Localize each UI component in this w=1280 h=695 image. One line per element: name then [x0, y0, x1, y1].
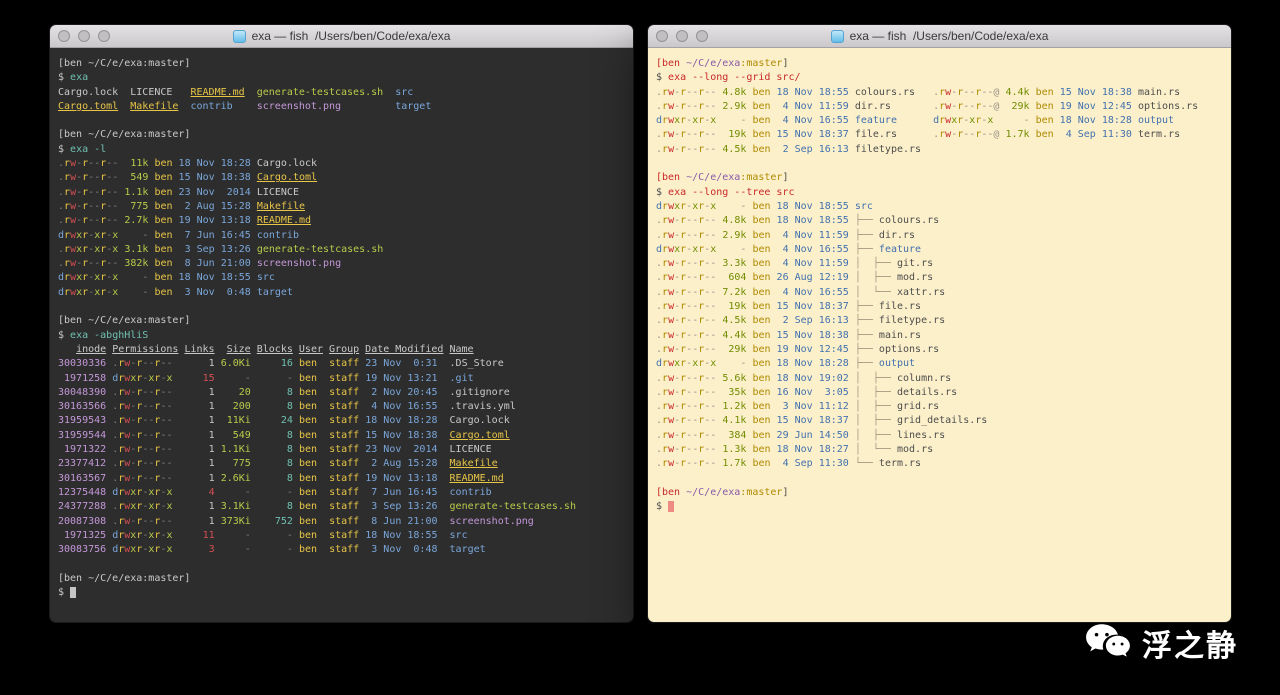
- terminal-line: $ exa: [58, 71, 625, 85]
- terminal-content[interactable]: [ben ~/C/e/exa:master]$ exaCargo.lock LI…: [50, 48, 633, 622]
- terminal-line: $ exa --long --tree src: [656, 186, 1223, 200]
- terminal-line: .rw-r--r-- 4.4k ben 15 Nov 18:38 ├── mai…: [656, 329, 1223, 343]
- terminal-line: .rw-r--r-- 4.5k ben 2 Sep 16:13 ├── file…: [656, 314, 1223, 328]
- terminal-line: 31959544 .rw-r--r-- 1 549 8 ben staff 15…: [58, 429, 625, 443]
- terminal-line: drwxr-xr-x - ben 18 Nov 18:55 src: [58, 271, 625, 285]
- terminal-line: 31959543 .rw-r--r-- 1 11Ki 24 ben staff …: [58, 414, 625, 428]
- terminal-line: drwxr-xr-x - ben 4 Nov 16:55 ├── feature: [656, 243, 1223, 257]
- terminal-line: 23377412 .rw-r--r-- 1 775 8 ben staff 2 …: [58, 457, 625, 471]
- terminal-line: .rw-r--r-- 19k ben 15 Nov 18:37 file.rs …: [656, 128, 1223, 142]
- terminal-line: .rw-r--r-- 604 ben 26 Aug 12:19 │ ├── mo…: [656, 271, 1223, 285]
- terminal-line: .rw-r--r-- 3.3k ben 4 Nov 11:59 │ ├── gi…: [656, 257, 1223, 271]
- traffic-lights: [58, 30, 110, 42]
- terminal-line: .rwxr-xr-x 3.1k ben 3 Sep 13:26 generate…: [58, 243, 625, 257]
- terminal-line: .rw-r--r-- 5.6k ben 18 Nov 19:02 │ ├── c…: [656, 372, 1223, 386]
- terminal-line: .rw-r--r-- 35k ben 16 Nov 3:05 │ ├── det…: [656, 386, 1223, 400]
- terminal-line: 24377288 .rwxr-xr-x 1 3.1Ki 8 ben staff …: [58, 500, 625, 514]
- terminal-line: .rw-r--r-- 4.1k ben 15 Nov 18:37 │ ├── g…: [656, 414, 1223, 428]
- terminal-line: .rw-r--r-- 384 ben 29 Jun 14:50 │ ├── li…: [656, 429, 1223, 443]
- window-title: exa — fish /Users/ben/Code/exa/exa: [252, 29, 451, 43]
- terminal-line: .rw-r--r-- 19k ben 15 Nov 18:37 ├── file…: [656, 300, 1223, 314]
- desktop: { "watermark": { "text": "浮之静" }, "windo…: [0, 0, 1280, 695]
- terminal-line: .rw-r--r-- 1.1k ben 23 Nov 2014 LICENCE: [58, 186, 625, 200]
- terminal-line: inode Permissions Links Size Blocks User…: [58, 343, 625, 357]
- terminal-line: .rw-r--r-- 29k ben 19 Nov 12:45 ├── opti…: [656, 343, 1223, 357]
- wechat-icon: [1084, 622, 1132, 664]
- terminal-line: drwxr-xr-x - ben 7 Jun 16:45 contrib: [58, 229, 625, 243]
- terminal-line: [58, 114, 625, 128]
- terminal-line: [656, 472, 1223, 486]
- terminal-line: .rw-r--r-- 1.7k ben 4 Sep 11:30 └── term…: [656, 457, 1223, 471]
- terminal-line: [656, 157, 1223, 171]
- terminal-line: $ exa --long --grid src/: [656, 71, 1223, 85]
- terminal-line: 20087308 .rw-r--r-- 1 373Ki 752 ben staf…: [58, 515, 625, 529]
- terminal-line: Cargo.lock LICENCE README.md generate-te…: [58, 86, 625, 100]
- watermark-text: 浮之静: [1142, 621, 1238, 665]
- minimize-button[interactable]: [676, 30, 688, 42]
- terminal-line: drwxr-xr-x - ben 4 Nov 16:55 feature drw…: [656, 114, 1223, 128]
- terminal-line: 12375448 drwxr-xr-x 4 - - ben staff 7 Ju…: [58, 486, 625, 500]
- terminal-line: [ben ~/C/e/exa:master]: [58, 57, 625, 71]
- terminal-cursor: [70, 587, 76, 598]
- terminal-line: [ben ~/C/e/exa:master]: [58, 572, 625, 586]
- title-area: exa — fish /Users/ben/Code/exa/exa: [233, 29, 451, 43]
- traffic-lights: [656, 30, 708, 42]
- terminal-line: 30163566 .rw-r--r-- 1 200 8 ben staff 4 …: [58, 400, 625, 414]
- terminal-cursor: [668, 501, 674, 512]
- terminal-line: .rw-r--r-- 1.3k ben 18 Nov 18:27 │ └── m…: [656, 443, 1223, 457]
- terminal-line: [58, 557, 625, 571]
- terminal-window-right[interactable]: exa — fish /Users/ben/Code/exa/exa [ben …: [648, 25, 1231, 622]
- title-area: exa — fish /Users/ben/Code/exa/exa: [831, 29, 1049, 43]
- terminal-line: $ exa -l: [58, 143, 625, 157]
- terminal-line: Cargo.toml Makefile contrib screenshot.p…: [58, 100, 625, 114]
- terminal-line: .rw-r--r-- 1.2k ben 3 Nov 11:12 │ ├── gr…: [656, 400, 1223, 414]
- terminal-line: [ben ~/C/e/exa:master]: [656, 57, 1223, 71]
- watermark: 浮之静: [1084, 621, 1238, 665]
- terminal-line: .rw-r--r-- 4.5k ben 2 Sep 16:13 filetype…: [656, 143, 1223, 157]
- terminal-line: [ben ~/C/e/exa:master]: [656, 486, 1223, 500]
- terminal-line: .rw-r--r-- 382k ben 8 Jun 21:00 screensh…: [58, 257, 625, 271]
- terminal-line: [ben ~/C/e/exa:master]: [58, 128, 625, 142]
- terminal-line: 1971322 .rw-r--r-- 1 1.1Ki 8 ben staff 2…: [58, 443, 625, 457]
- minimize-button[interactable]: [78, 30, 90, 42]
- terminal-line: .rw-r--r-- 549 ben 15 Nov 18:38 Cargo.to…: [58, 171, 625, 185]
- zoom-button[interactable]: [98, 30, 110, 42]
- terminal-line: .rw-r--r-- 2.7k ben 19 Nov 13:18 README.…: [58, 214, 625, 228]
- close-button[interactable]: [656, 30, 668, 42]
- terminal-line: 1971258 drwxr-xr-x 15 - - ben staff 19 N…: [58, 372, 625, 386]
- window-titlebar[interactable]: exa — fish /Users/ben/Code/exa/exa: [50, 25, 633, 48]
- terminal-line: .rw-r--r-- 4.8k ben 18 Nov 18:55 ├── col…: [656, 214, 1223, 228]
- terminal-line: drwxr-xr-x - ben 3 Nov 0:48 target: [58, 286, 625, 300]
- terminal-line: .rw-r--r-- 2.9k ben 4 Nov 11:59 dir.rs .…: [656, 100, 1223, 114]
- terminal-line: 30048390 .rw-r--r-- 1 20 8 ben staff 2 N…: [58, 386, 625, 400]
- terminal-line: [ben ~/C/e/exa:master]: [58, 314, 625, 328]
- terminal-line: .rw-r--r-- 7.2k ben 4 Nov 16:55 │ └── xa…: [656, 286, 1223, 300]
- terminal-line: $: [656, 500, 1223, 514]
- terminal-line: 1971325 drwxr-xr-x 11 - - ben staff 18 N…: [58, 529, 625, 543]
- terminal-line: .rw-r--r-- 4.8k ben 18 Nov 18:55 colours…: [656, 86, 1223, 100]
- terminal-line: .rw-r--r-- 2.9k ben 4 Nov 11:59 ├── dir.…: [656, 229, 1223, 243]
- close-button[interactable]: [58, 30, 70, 42]
- terminal-line: 30083756 drwxr-xr-x 3 - - ben staff 3 No…: [58, 543, 625, 557]
- terminal-content[interactable]: [ben ~/C/e/exa:master]$ exa --long --gri…: [648, 48, 1231, 622]
- terminal-doc-icon: [831, 30, 844, 43]
- window-titlebar[interactable]: exa — fish /Users/ben/Code/exa/exa: [648, 25, 1231, 48]
- zoom-button[interactable]: [696, 30, 708, 42]
- terminal-window-left[interactable]: exa — fish /Users/ben/Code/exa/exa [ben …: [50, 25, 633, 622]
- terminal-line: 30163567 .rw-r--r-- 1 2.6Ki 8 ben staff …: [58, 472, 625, 486]
- terminal-line: .rw-r--r-- 775 ben 2 Aug 15:28 Makefile: [58, 200, 625, 214]
- terminal-line: [ben ~/C/e/exa:master]: [656, 171, 1223, 185]
- terminal-line: .rw-r--r-- 11k ben 18 Nov 18:28 Cargo.lo…: [58, 157, 625, 171]
- terminal-line: 30030336 .rw-r--r-- 1 6.0Ki 16 ben staff…: [58, 357, 625, 371]
- terminal-line: $ exa -abghHliS: [58, 329, 625, 343]
- window-title: exa — fish /Users/ben/Code/exa/exa: [850, 29, 1049, 43]
- terminal-line: drwxr-xr-x - ben 18 Nov 18:28 ├── output: [656, 357, 1223, 371]
- terminal-doc-icon: [233, 30, 246, 43]
- terminal-line: drwxr-xr-x - ben 18 Nov 18:55 src: [656, 200, 1223, 214]
- terminal-line: [58, 300, 625, 314]
- terminal-line: $: [58, 586, 625, 600]
